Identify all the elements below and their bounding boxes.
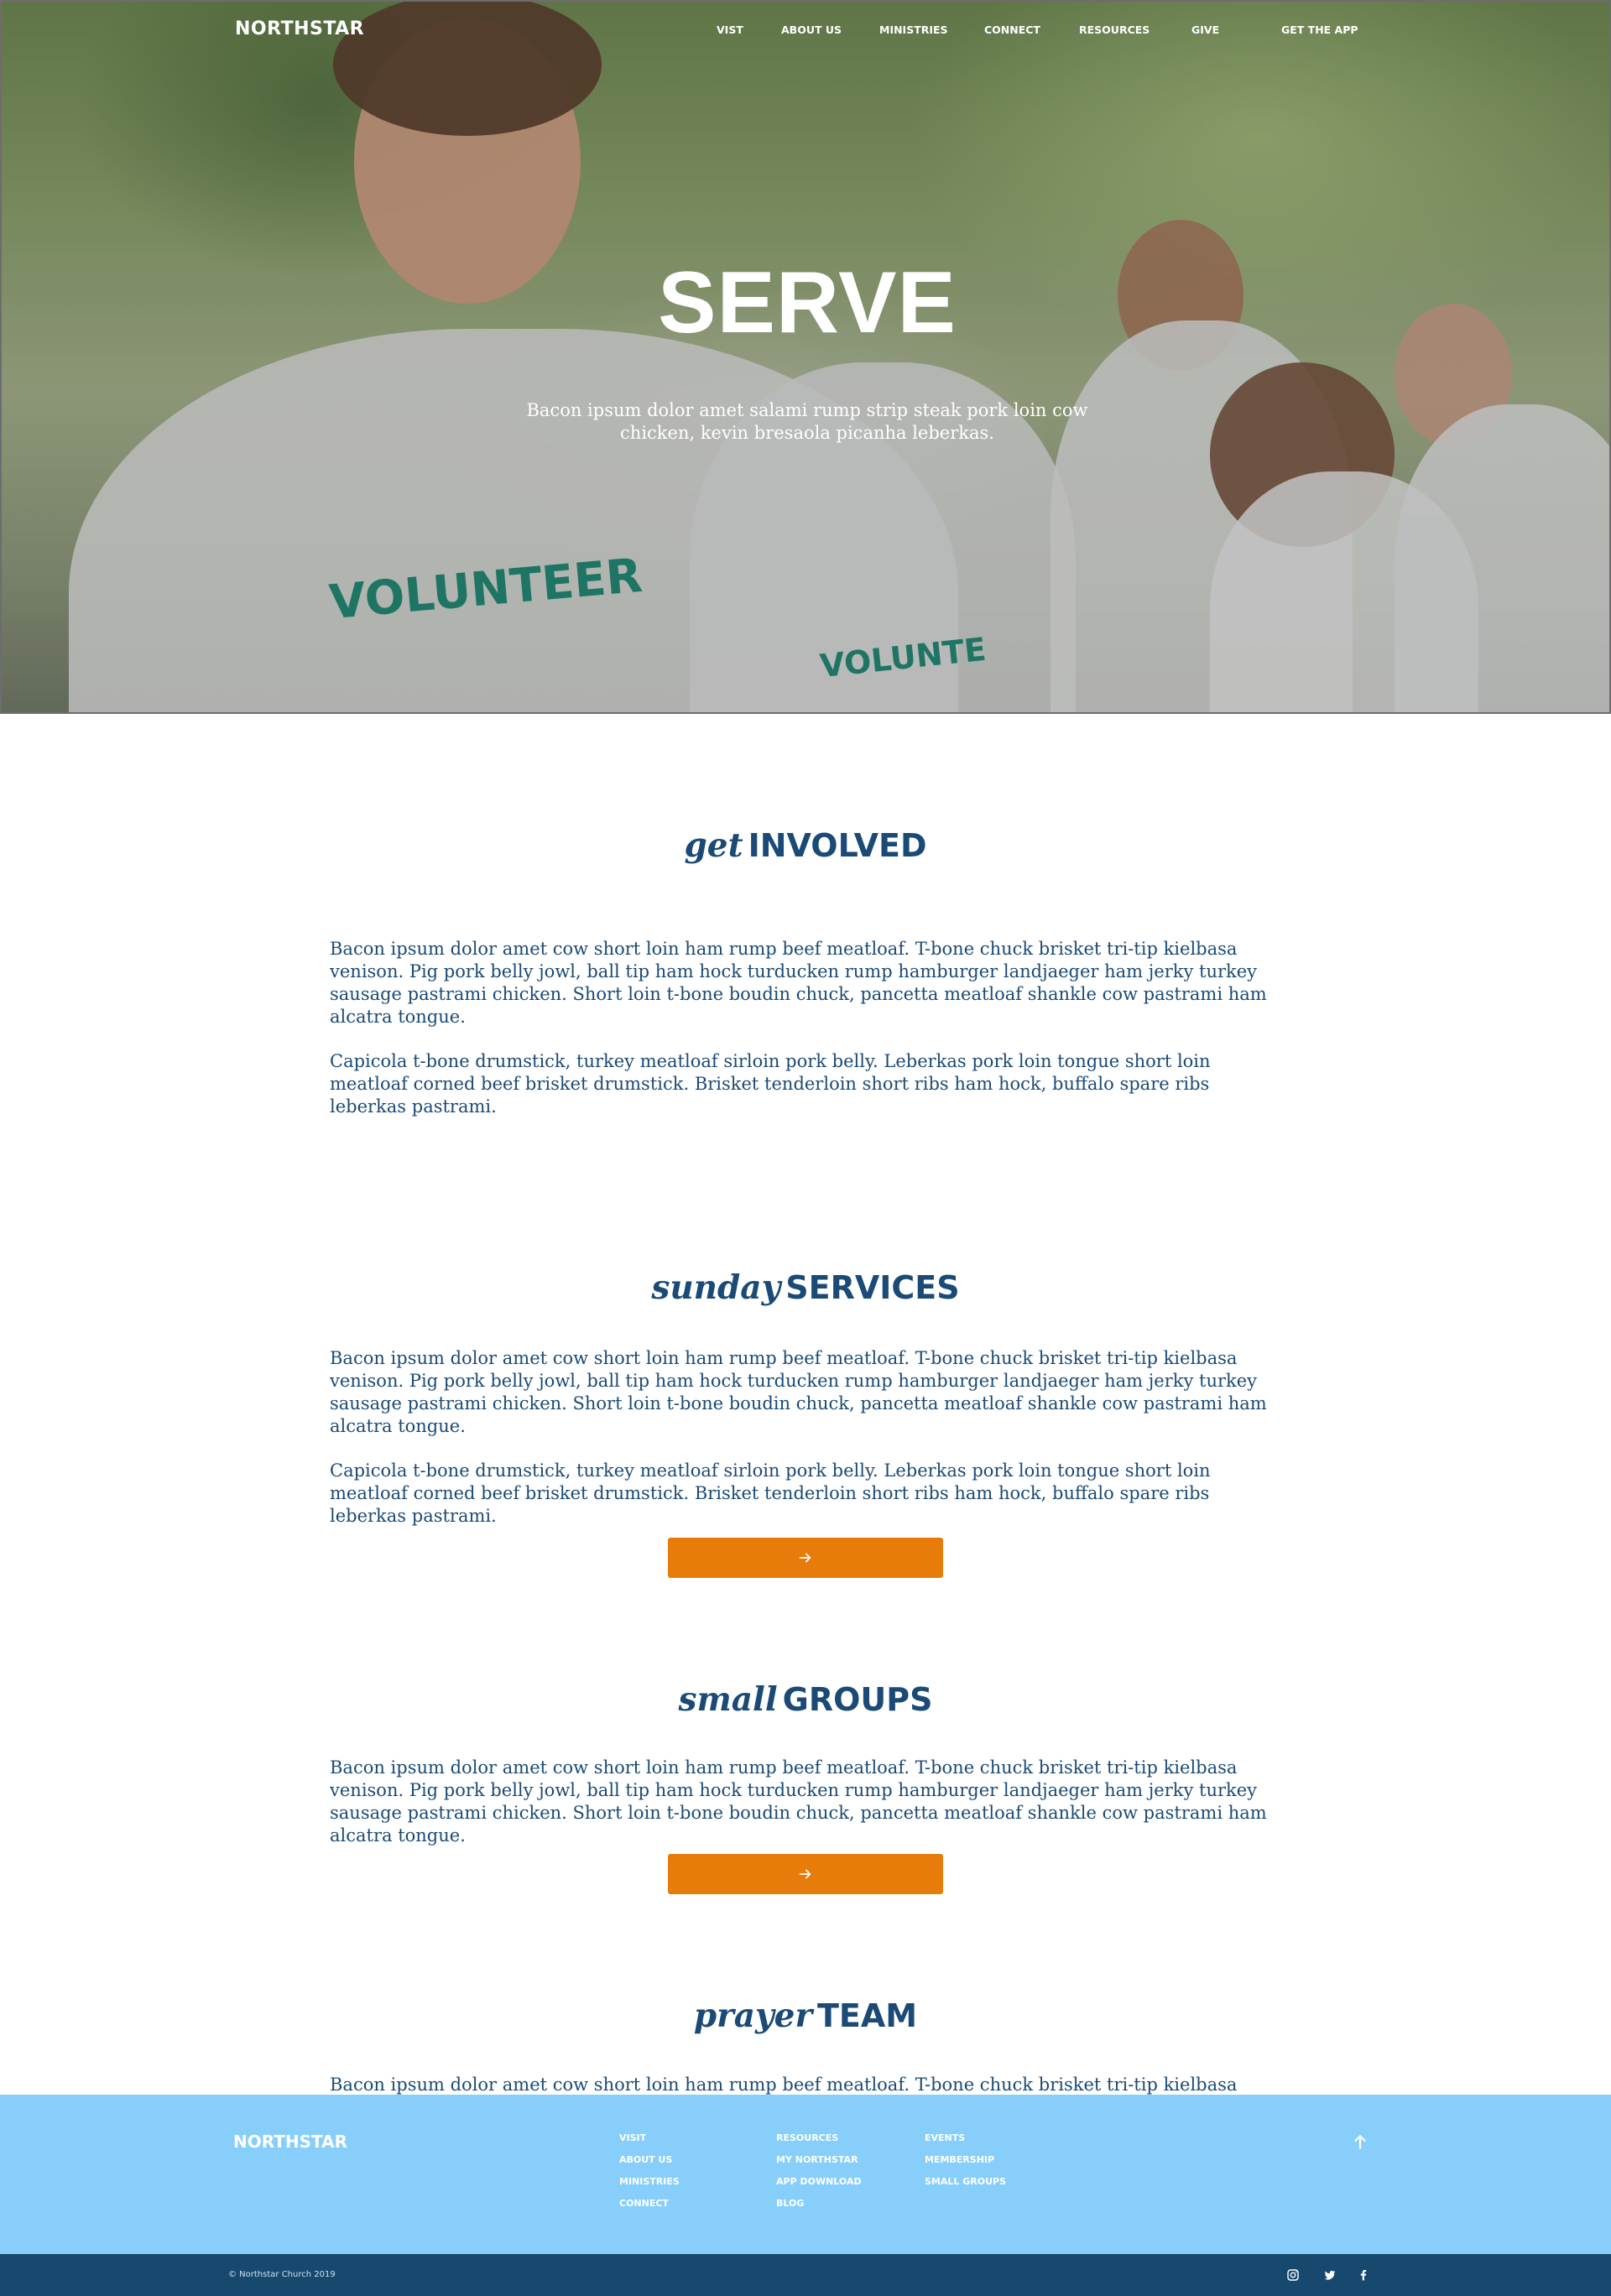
footer-link-membership[interactable]: MEMBERSHIP xyxy=(925,2154,994,2165)
section-title-lead: get xyxy=(684,826,743,865)
nav-about-us[interactable]: ABOUT US xyxy=(781,23,842,36)
nav-give[interactable]: GIVE xyxy=(1191,23,1219,36)
section-title-lead: small xyxy=(678,1680,778,1719)
nav-ministries[interactable]: MINISTRIES xyxy=(879,23,948,36)
nav-connect[interactable]: CONNECT xyxy=(984,23,1040,36)
hero-title: SERVE xyxy=(658,254,957,351)
section-title-strong: INVOLVED xyxy=(748,827,927,864)
prayer-team-paragraph-1: Bacon ipsum dolor amet cow short loin ha… xyxy=(330,2075,1238,2095)
nav-visit[interactable]: VIST xyxy=(717,23,743,36)
arrow-right-icon xyxy=(799,1869,811,1879)
small-groups-paragraph-1: Bacon ipsum dolor amet cow short loin ha… xyxy=(330,1757,1267,1846)
brand-logo[interactable]: NORTHSTAR xyxy=(235,18,364,39)
hero-overlay xyxy=(2,2,1609,712)
twitter-icon xyxy=(1324,2270,1336,2280)
hero-subtitle: Bacon ipsum dolor amet salami rump strip… xyxy=(526,400,1088,443)
section-title-strong: TEAM xyxy=(817,1997,918,2034)
footer-link-connect[interactable]: CONNECT xyxy=(619,2198,669,2209)
section-title-small-groups: small GROUPS xyxy=(0,1680,1611,1719)
nav-resources[interactable]: RESOURCES xyxy=(1079,23,1150,36)
footer-link-resources[interactable]: RESOURCES xyxy=(776,2132,838,2143)
section-title-lead: sunday xyxy=(651,1268,781,1307)
back-to-top-button[interactable] xyxy=(1349,2132,1371,2153)
instagram-icon xyxy=(1287,2269,1299,2281)
top-nav: NORTHSTAR VIST ABOUT US MINISTRIES CONNE… xyxy=(2,2,1609,60)
sunday-services-arrow-button[interactable] xyxy=(668,1538,943,1578)
footer-link-visit[interactable]: VISIT xyxy=(619,2132,646,2143)
footer-link-my-northstar[interactable]: MY NORTHSTAR xyxy=(776,2154,858,2165)
sunday-services-paragraph-1: Bacon ipsum dolor amet cow short loin ha… xyxy=(330,1348,1267,1436)
footer-bottom-bar: © Northstar Church 2019 xyxy=(0,2254,1611,2296)
sunday-services-paragraph-2: Capicola t-bone drumstick, turkey meatlo… xyxy=(330,1460,1211,1526)
footer: NORTHSTAR VISIT ABOUT US MINISTRIES CONN… xyxy=(0,2095,1611,2254)
twitter-link[interactable] xyxy=(1322,2267,1338,2283)
footer-brand-logo[interactable]: NORTHSTAR xyxy=(233,2132,347,2152)
footer-link-small-groups[interactable]: SMALL GROUPS xyxy=(925,2176,1006,2187)
section-title-strong: GROUPS xyxy=(782,1681,933,1718)
facebook-link[interactable] xyxy=(1355,2267,1372,2283)
get-involved-paragraph-2: Capicola t-bone drumstick, turkey meatlo… xyxy=(330,1051,1211,1117)
footer-link-events[interactable]: EVENTS xyxy=(925,2132,965,2143)
footer-link-app-download[interactable]: APP DOWNLOAD xyxy=(776,2176,862,2187)
facebook-icon xyxy=(1360,2270,1367,2281)
arrow-right-icon xyxy=(799,1553,811,1563)
hero-banner: VOLUNTEER VOLUNTE NORTHSTAR VIST ABOUT U… xyxy=(0,0,1611,714)
footer-link-about-us[interactable]: ABOUT US xyxy=(619,2154,672,2165)
arrow-up-icon xyxy=(1354,2134,1366,2149)
small-groups-arrow-button[interactable] xyxy=(668,1854,943,1894)
section-title-prayer-team: prayer TEAM xyxy=(0,1997,1611,2035)
section-title-sunday-services: sunday SERVICES xyxy=(0,1268,1611,1307)
section-title-lead: prayer xyxy=(693,1997,812,2035)
instagram-link[interactable] xyxy=(1285,2267,1301,2283)
get-involved-paragraph-1: Bacon ipsum dolor amet cow short loin ha… xyxy=(330,939,1267,1027)
copyright-text: © Northstar Church 2019 xyxy=(228,2270,336,2279)
section-title-get-involved: get INVOLVED xyxy=(0,826,1611,865)
footer-link-blog[interactable]: BLOG xyxy=(776,2198,804,2209)
section-title-strong: SERVICES xyxy=(785,1269,960,1306)
footer-link-ministries[interactable]: MINISTRIES xyxy=(619,2176,680,2187)
nav-get-the-app[interactable]: GET THE APP xyxy=(1281,23,1358,36)
